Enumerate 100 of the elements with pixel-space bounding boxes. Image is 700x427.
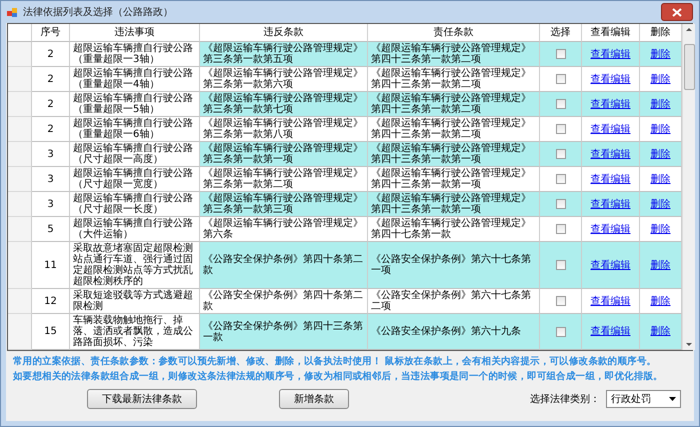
column-header: 违法事项 <box>70 24 200 42</box>
row-header[interactable] <box>8 67 32 92</box>
table-cell: 《超限运输车辆行驶公路管理规定》第三条第一款第三项 <box>200 192 368 217</box>
delete-link[interactable]: 删除 <box>650 224 670 234</box>
view-edit-link[interactable]: 查看编辑 <box>590 224 630 234</box>
table-cell: 11 <box>32 242 70 289</box>
table-cell: 超限运输车辆擅自行驶公路（尺寸超限一长度） <box>70 192 200 217</box>
row-header[interactable] <box>8 289 32 314</box>
select-checkbox[interactable] <box>556 199 566 209</box>
table-cell: 《超限运输车辆行驶公路管理规定》第三条第一款第一项 <box>200 142 368 167</box>
table-cell: 超限运输车辆擅自行驶公路（重量超限一6轴） <box>70 117 200 142</box>
column-header: 查看编辑 <box>582 24 640 42</box>
add-button[interactable]: 新增条款 <box>279 389 349 409</box>
select-checkbox[interactable] <box>556 174 566 184</box>
select-checkbox[interactable] <box>556 99 566 109</box>
table-cell: 超限运输车辆擅自行驶公路（尺寸超限一高度） <box>70 142 200 167</box>
table-cell: 超限运输车辆擅自行驶公路（尺寸超限一宽度） <box>70 167 200 192</box>
select-checkbox[interactable] <box>556 260 566 270</box>
table-cell: 《超限运输车辆行驶公路管理规定》第四十七条第一款 <box>368 217 540 242</box>
vertical-scrollbar[interactable] <box>682 24 695 350</box>
column-header: 选择 <box>540 24 582 42</box>
delete-link[interactable]: 删除 <box>650 174 670 184</box>
scrollbar-thumb[interactable] <box>684 44 694 90</box>
table-cell: 采取短途驳载等方式逃避超限检测 <box>70 289 200 314</box>
select-checkbox[interactable] <box>556 224 566 234</box>
table-cell: 《超限运输车辆行驶公路管理规定》第三条第一款第七项 <box>200 92 368 117</box>
law-type-dropdown[interactable]: 行政处罚 <box>606 390 681 408</box>
row-header[interactable] <box>8 242 32 289</box>
table-cell: 《超限运输车辆行驶公路管理规定》第六条 <box>200 217 368 242</box>
row-header[interactable] <box>8 142 32 167</box>
table-cell: 超限运输车辆擅自行驶公路（重量超限一5轴） <box>70 92 200 117</box>
table-cell: 《超限运输车辆行驶公路管理规定》第三条第一款第二项 <box>200 167 368 192</box>
row-header[interactable] <box>8 42 32 67</box>
scroll-down-icon[interactable] <box>686 343 692 346</box>
row-header[interactable] <box>8 117 32 142</box>
column-header: 序号 <box>32 24 70 42</box>
table-cell: 《超限运输车辆行驶公路管理规定》第三条第一款第六项 <box>200 67 368 92</box>
table-cell: 《公路安全保护条例》第六十九条 <box>368 314 540 350</box>
table-cell: 《超限运输车辆行驶公路管理规定》第四十三条第一款第二项 <box>368 117 540 142</box>
row-header[interactable] <box>8 192 32 217</box>
select-checkbox[interactable] <box>556 49 566 59</box>
download-button[interactable]: 下载最新法律条款 <box>87 389 197 409</box>
row-header[interactable] <box>8 167 32 192</box>
view-edit-link[interactable]: 查看编辑 <box>590 124 630 134</box>
view-edit-link[interactable]: 查看编辑 <box>590 74 630 84</box>
row-header[interactable] <box>8 92 32 117</box>
table-cell: 采取故意堵塞固定超限检测站点通行车道、强行通过固定超限检测站点等方式扰乱超限检测秩序的 <box>70 242 200 289</box>
table-cell: 《公路安全保护条例》第四十条第二款 <box>200 289 368 314</box>
window-title: 法律依据列表及选择（公路路政） <box>23 6 174 19</box>
column-header: 责任条款 <box>368 24 540 42</box>
table-cell: 《超限运输车辆行驶公路管理规定》第四十三条第一款第一项 <box>368 142 540 167</box>
select-checkbox[interactable] <box>556 149 566 159</box>
caret-icon <box>669 397 676 401</box>
delete-link[interactable]: 删除 <box>650 74 670 84</box>
table-cell: 《超限运输车辆行驶公路管理规定》第四十三条第一款第二项 <box>368 92 540 117</box>
table-cell: 《超限运输车辆行驶公路管理规定》第三条第一款第五项 <box>200 42 368 67</box>
table-cell: 《公路安全保护条例》第六十七条第二项 <box>368 289 540 314</box>
view-edit-link[interactable]: 查看编辑 <box>590 260 630 270</box>
delete-link[interactable]: 删除 <box>650 326 670 337</box>
close-button[interactable] <box>661 3 693 21</box>
column-header: 违反条款 <box>200 24 368 42</box>
table-cell: 《公路安全保护条例》第六十七条第一项 <box>368 242 540 289</box>
table-cell: 超限运输车辆擅自行驶公路（大件运输） <box>70 217 200 242</box>
scroll-up-icon[interactable] <box>686 28 692 31</box>
table-cell: 3 <box>32 167 70 192</box>
hint-text: 如要想相关的法律条款组合成一组，则修改这条法律法规的顺序号，修改为相同或相邻后，当违法事项是同一个的时候，即可组合成一组，即优化排版。 <box>13 370 664 383</box>
table-cell: 15 <box>32 314 70 350</box>
table-cell: 3 <box>32 142 70 167</box>
table-cell: 《超限运输车辆行驶公路管理规定》第四十三条第一款第一项 <box>368 167 540 192</box>
table-cell: 2 <box>32 92 70 117</box>
column-header: 删除 <box>640 24 682 42</box>
table-cell: 《超限运输车辆行驶公路管理规定》第四十三条第一款第二项 <box>368 42 540 67</box>
table-cell: 《超限运输车辆行驶公路管理规定》第三条第一款第八项 <box>200 117 368 142</box>
app-icon <box>7 6 18 18</box>
select-checkbox[interactable] <box>556 124 566 134</box>
table-cell: 2 <box>32 42 70 67</box>
table-cell: 车辆装载物触地拖行、掉落、遗洒或者飘散，造成公路路面损坏、污染 <box>70 314 200 350</box>
table-cell: 《超限运输车辆行驶公路管理规定》第四十三条第一款第一项 <box>368 192 540 217</box>
table-cell: 《超限运输车辆行驶公路管理规定》第四十三条第一款第二项 <box>368 67 540 92</box>
delete-link[interactable]: 删除 <box>650 260 670 270</box>
table-cell: 5 <box>32 217 70 242</box>
view-edit-link[interactable]: 查看编辑 <box>590 174 630 184</box>
table-cell: 超限运输车辆擅自行驶公路（重量超限一4轴） <box>70 67 200 92</box>
table-cell: 超限运输车辆擅自行驶公路（重量超限一3轴） <box>70 42 200 67</box>
select-checkbox[interactable] <box>556 296 566 306</box>
table-cell: 《公路安全保护条例》第四十条第二款 <box>200 242 368 289</box>
row-header[interactable] <box>8 314 32 350</box>
table-cell: 2 <box>32 117 70 142</box>
hint-text: 常用的立案依据、责任条款参数：参数可以预先新增、修改、删除，以备执法时使用！ 鼠标放在条款上，会有相关内容提示，可以修改条款的顺序号。 <box>13 355 658 368</box>
view-edit-link[interactable]: 查看编辑 <box>590 296 630 306</box>
delete-link[interactable]: 删除 <box>650 124 670 134</box>
table-cell: 2 <box>32 67 70 92</box>
close-icon <box>672 8 682 16</box>
table-cell: 12 <box>32 289 70 314</box>
row-header[interactable] <box>8 217 32 242</box>
select-checkbox[interactable] <box>556 326 566 336</box>
table-cell: 3 <box>32 192 70 217</box>
delete-link[interactable]: 删除 <box>650 296 670 306</box>
law-type-label: 选择法律类别： <box>530 392 600 406</box>
select-checkbox[interactable] <box>556 74 566 84</box>
